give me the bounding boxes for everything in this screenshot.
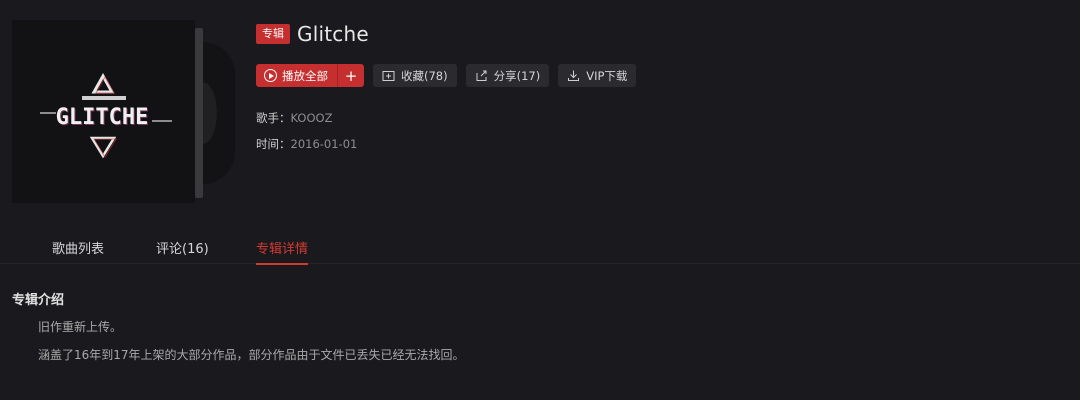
album-cover[interactable]: GLITCHE GLITCHE (12, 20, 195, 203)
singer-link[interactable]: KOOOZ (291, 111, 333, 125)
add-to-playlist-button[interactable]: + (337, 64, 364, 87)
album-cover-container: GLITCHE GLITCHE (12, 20, 235, 205)
vip-download-button[interactable]: VIP下载 (558, 64, 637, 87)
album-tag-badge: 专辑 (256, 24, 290, 44)
description-line: 旧作重新上传。 (38, 320, 123, 334)
folder-plus-icon (382, 71, 395, 81)
share-label: 分享(17) (493, 68, 541, 83)
singer-label: 歌手： (256, 111, 291, 125)
play-all-group: 播放全部 + (256, 64, 364, 87)
vinyl-disc (203, 42, 235, 184)
collect-button[interactable]: 收藏(78) (373, 64, 457, 87)
tab-bar: 歌曲列表 评论(16) 专辑详情 (0, 238, 1080, 265)
album-cover-art: GLITCHE GLITCHE (12, 20, 195, 203)
album-title: Glitche (297, 22, 369, 46)
tab-song-list[interactable]: 歌曲列表 (52, 238, 104, 264)
sleeve-edge (195, 28, 203, 198)
description-title: 专辑介绍 (12, 293, 65, 308)
action-bar: 播放全部 + 收藏(78) 分享(17) VIP下载 (256, 64, 637, 87)
vip-download-label: VIP下载 (586, 68, 628, 83)
share-button[interactable]: 分享(17) (465, 64, 550, 87)
release-time-row: 时间：2016-01-01 (256, 136, 357, 152)
time-label: 时间： (256, 137, 291, 151)
play-all-label: 播放全部 (282, 68, 328, 83)
share-icon (476, 70, 487, 81)
album-title-row: 专辑 Glitche (256, 22, 369, 46)
singer-row: 歌手：KOOOZ (256, 110, 332, 126)
cover-text: GLITCHE (56, 105, 149, 130)
tab-comments[interactable]: 评论(16) (156, 238, 209, 264)
play-icon (264, 69, 277, 82)
release-date: 2016-01-01 (290, 137, 358, 151)
description-line: 涵盖了16年到17年上架的大部分作品，部分作品由于文件已丢失已经无法找回。 (38, 348, 465, 362)
collect-label: 收藏(78) (401, 68, 448, 83)
play-all-button[interactable]: 播放全部 (256, 64, 337, 87)
download-icon (568, 70, 580, 81)
tab-album-details[interactable]: 专辑详情 (256, 238, 309, 265)
